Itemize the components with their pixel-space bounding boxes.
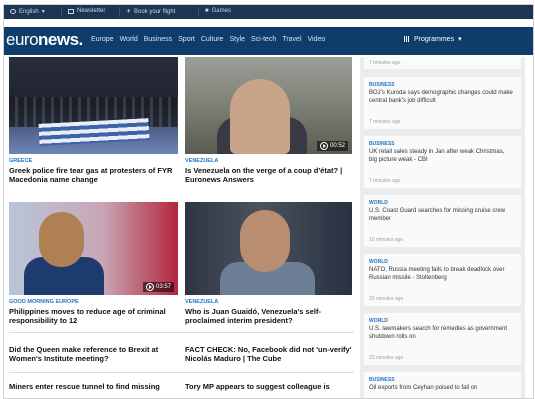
article-category[interactable]: Venezuela [185,299,218,305]
nav-link-sport[interactable]: Sport [178,36,195,43]
news-time: 7 minutes ago [369,60,401,66]
article-category[interactable]: Good Morning Europe [9,299,79,305]
news-category: World [369,318,388,324]
divider [9,332,354,333]
programmes-menu[interactable]: Programmes ▾ [404,35,462,43]
list-item[interactable]: 7 minutes ago [364,57,521,69]
nav-link-sci-tech[interactable]: Sci-tech [251,36,276,43]
news-title: UK retail sales steady in Jan after weak… [369,149,505,163]
article-image-philippines[interactable]: 03:57 [9,202,178,295]
list-item[interactable]: World U.S. Coast Guard searches for miss… [364,195,521,247]
list-item[interactable]: Business Oil exports from Ceyhan poised … [364,372,521,398]
news-title: BOJ's Kuroda says demographic changes co… [369,90,513,104]
article-image-venezuela-coup[interactable]: 00:52 [185,57,352,154]
main-nav: euronews. Europe World Business Sport Cu… [4,27,533,55]
article-category[interactable]: Venezuela [185,158,218,164]
news-title: U.S. lawmakers search for remedies as go… [369,326,508,340]
logo-text-bold: news. [38,30,83,49]
programmes-label: Programmes [414,35,455,43]
news-time: 7 minutes ago [369,119,401,125]
chevron-down-icon: ▾ [41,9,45,15]
article-category[interactable]: Greece [9,158,32,164]
divider [9,372,354,373]
games-label: Games [211,8,231,14]
news-title: U.S. Coast Guard searches for missing cr… [369,208,506,222]
headline-link[interactable]: Tory MP appears to suggest colleague is [185,382,355,391]
video-badge: 00:52 [316,141,348,151]
list-item[interactable]: World U.S. lawmakers search for remedies… [364,313,521,365]
grid-icon [404,36,410,42]
news-time: 7 minutes ago [369,178,401,184]
book-flight-label: Book your flight [134,8,176,15]
news-category: Business [369,82,395,88]
nav-link-culture[interactable]: Culture [201,36,224,43]
nav-link-video[interactable]: Video [308,36,326,43]
language-selector[interactable]: English ▾ [10,8,45,15]
logo-text-light: euro [6,30,39,49]
article-title[interactable]: Who is Juan Guaidó, Venezuela's self-pro… [185,307,355,325]
news-time: 16 minutes ago [369,237,404,243]
section-links: Europe World Business Sport Culture Styl… [91,36,325,43]
gamepad-icon: ■ [205,8,209,14]
games-link[interactable]: ■ Games [205,8,231,14]
video-duration: 03:57 [155,284,171,290]
list-item[interactable]: Business BOJ's Kuroda says demographic c… [364,77,521,129]
news-time: 23 minutes ago [369,355,404,361]
list-item[interactable]: Business UK retail sales steady in Jan a… [364,136,521,188]
news-title: NATO, Russia meeting fails to break dead… [369,267,505,281]
video-duration: 00:52 [329,143,345,149]
article-title[interactable]: Greek police fire tear gas at protesters… [9,166,179,184]
chevron-down-icon: ▾ [458,36,462,43]
headline-link[interactable]: Miners enter rescue tunnel to find missi… [9,382,179,391]
euronews-logo[interactable]: euronews. [6,30,83,50]
nav-link-style[interactable]: Style [229,36,245,43]
news-category: World [369,200,388,206]
news-category: Business [369,141,395,147]
nav-link-travel[interactable]: Travel [282,36,301,43]
news-time: 20 minutes ago [369,296,404,302]
headline-link[interactable]: FACT CHECK: No, Facebook did not 'un-ver… [185,345,355,363]
mail-icon [68,8,74,14]
utility-bar: English ▾ Newsletter ✈ Book your flight … [4,5,533,19]
play-icon [145,283,154,291]
nav-link-europe[interactable]: Europe [91,36,114,43]
news-category: World [369,259,388,265]
newsletter-link[interactable]: Newsletter [68,8,105,14]
nav-link-business[interactable]: Business [144,36,172,43]
news-category: Business [369,377,395,383]
latest-news-sidebar: 7 minutes ago Business BOJ's Kuroda says… [360,57,525,398]
newsletter-label: Newsletter [77,8,106,14]
language-label: English [19,8,39,15]
nav-link-world[interactable]: World [120,36,138,43]
news-title: Oil exports from Ceyhan poised to fall o… [369,385,478,391]
article-image-guaido[interactable] [185,202,352,295]
article-image-greece[interactable] [9,57,178,154]
article-title[interactable]: Is Venezuela on the verge of a coup d'ét… [185,166,355,184]
browser-viewport: English ▾ Newsletter ✈ Book your flight … [3,4,534,399]
article-title[interactable]: Philippines moves to reduce age of crimi… [9,307,179,325]
video-badge: 03:57 [142,282,174,292]
globe-icon [10,9,16,14]
play-icon [319,142,328,150]
headline-link[interactable]: Did the Queen make reference to Brexit a… [9,345,179,363]
book-flight-link[interactable]: ✈ Book your flight [126,8,176,16]
list-item[interactable]: World NATO, Russia meeting fails to brea… [364,254,521,306]
plane-icon: ✈ [126,9,132,15]
